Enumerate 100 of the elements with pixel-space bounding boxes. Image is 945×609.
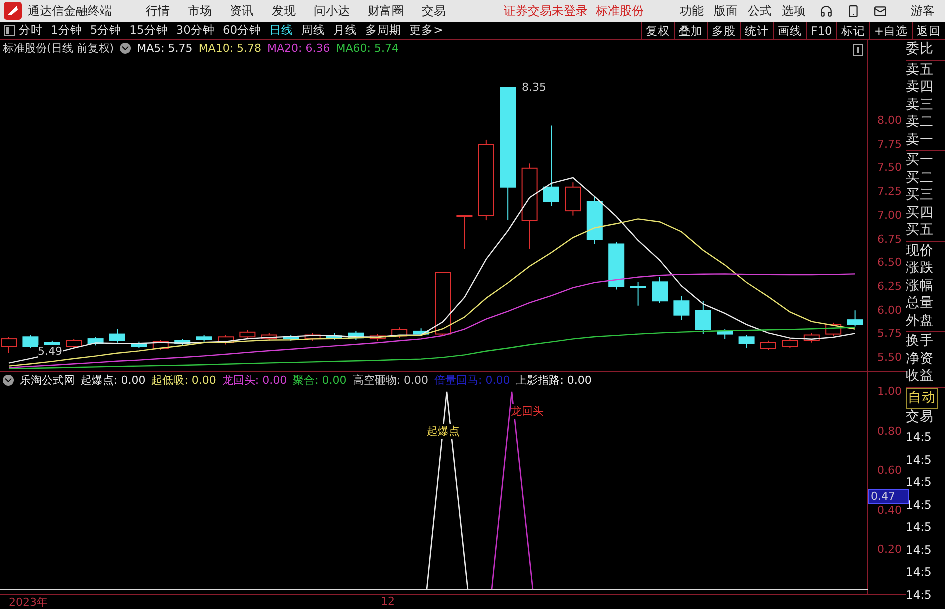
toolbar-button[interactable]: 画线 xyxy=(773,22,806,40)
quote-field-label: 买二 xyxy=(906,170,935,187)
dropdown-icon[interactable] xyxy=(3,375,14,386)
quote-field-label: 外盘 xyxy=(906,312,935,330)
candlestick xyxy=(110,329,126,344)
candlestick xyxy=(847,310,864,328)
candlestick xyxy=(652,276,668,304)
price-axis-label: 5.50 xyxy=(878,351,902,364)
toolbar-button[interactable]: 叠加 xyxy=(674,22,708,40)
menu-item[interactable]: 财富圈 xyxy=(368,2,404,20)
toolbar-button[interactable]: 多股 xyxy=(707,22,740,40)
period-tab[interactable]: 更多> xyxy=(410,23,444,38)
candlestick xyxy=(196,334,212,342)
quote-field-label: 卖五 xyxy=(906,62,935,79)
period-tab[interactable]: 日线 xyxy=(270,23,294,38)
toolbar-button[interactable]: 统计 xyxy=(740,22,774,40)
menu-item[interactable]: 交易 xyxy=(422,2,446,20)
candlestick xyxy=(261,332,278,342)
panel-toggle-icon[interactable] xyxy=(4,25,15,36)
auto-mode-button[interactable]: 自动 xyxy=(906,388,938,408)
candlestick xyxy=(608,242,625,290)
user-label[interactable]: 游客 xyxy=(911,2,935,20)
trade-time: 14:5 xyxy=(906,429,932,446)
chart-title: 标准股份(日线 前复权) xyxy=(3,41,114,56)
moving-average-label: MA10: 5.78 xyxy=(198,42,262,55)
period-tab[interactable]: 月线 xyxy=(334,23,358,38)
toolbar-button[interactable]: +自选 xyxy=(869,22,912,40)
period-tab[interactable]: 5分钟 xyxy=(90,23,122,38)
menu-item[interactable]: 功能 xyxy=(680,2,704,20)
candlestick xyxy=(304,332,321,342)
candlestick xyxy=(738,334,755,350)
indicator-value-label: 上影指路: 0.00 xyxy=(516,373,592,388)
price-axis-label: 6.50 xyxy=(878,256,902,270)
indicator-axis-label: 0.80 xyxy=(878,424,902,438)
toolbar-button[interactable]: 复权 xyxy=(641,22,674,40)
status-text: 标准股份 xyxy=(596,2,644,20)
menu-item[interactable]: 资讯 xyxy=(230,2,254,20)
candlestick xyxy=(695,300,712,335)
period-tab[interactable]: 周线 xyxy=(302,23,326,38)
candlestick xyxy=(435,272,451,336)
period-tab[interactable]: 1分钟 xyxy=(51,23,82,38)
quote-field-label: 卖二 xyxy=(906,114,935,132)
menu-item[interactable]: 问小达 xyxy=(314,2,350,20)
app-title: 通达信金融终端 xyxy=(28,2,112,20)
mail-icon[interactable] xyxy=(874,4,887,18)
menu-item[interactable]: 发现 xyxy=(272,2,296,20)
headset-icon[interactable] xyxy=(820,4,833,18)
candlestick xyxy=(456,215,473,250)
quote-field-label: 总量 xyxy=(906,295,935,312)
price-axis-label: 6.75 xyxy=(878,232,902,246)
toolbar-button[interactable]: F10 xyxy=(806,22,836,40)
toolbar-button[interactable]: 标记 xyxy=(836,22,870,40)
price-axis-label: 8.00 xyxy=(878,114,902,127)
price-axis-label: 6.25 xyxy=(878,280,902,293)
price-axis-label: 7.50 xyxy=(878,161,902,174)
indicator-axis-label: 1.00 xyxy=(878,385,902,398)
quote-field-label: 净资 xyxy=(906,350,935,368)
quote-field-label: 买五 xyxy=(906,222,935,240)
quote-field-label: 买四 xyxy=(906,204,935,222)
indicator-value-label: 龙回头: 0.00 xyxy=(222,373,288,388)
candlestick xyxy=(717,329,734,340)
period-tab[interactable]: 60分钟 xyxy=(222,23,262,38)
window-toggle-icon[interactable] xyxy=(853,44,863,56)
menu-item[interactable]: 行情 xyxy=(146,2,170,20)
quote-field-label: 涨幅 xyxy=(906,278,935,295)
trade-time: 14:5 xyxy=(906,542,932,558)
candlestick xyxy=(131,341,148,350)
quote-field-label: 卖四 xyxy=(906,79,935,96)
quote-field-label: 现价 xyxy=(906,242,935,260)
period-tab[interactable]: 30分钟 xyxy=(176,23,215,38)
trade-time: 14:5 xyxy=(906,452,932,468)
candlestick xyxy=(152,340,169,351)
phone-icon[interactable] xyxy=(847,4,860,18)
moving-average-label: MA20: 6.36 xyxy=(268,42,330,55)
indicator-axis-label: 0.20 xyxy=(878,543,902,556)
quote-field-label: 卖三 xyxy=(906,96,935,114)
menu-item[interactable]: 版面 xyxy=(714,2,738,20)
quote-field-label: 换手 xyxy=(906,333,935,350)
period-tab[interactable]: 多周期 xyxy=(366,23,402,38)
moving-average-label: MA5: 5.75 xyxy=(137,42,193,55)
date-axis-label: 12 xyxy=(381,595,395,608)
candlestick xyxy=(218,334,234,346)
period-tab[interactable]: 分时 xyxy=(19,23,43,38)
menu-item[interactable]: 选项 xyxy=(782,2,806,20)
candlestick xyxy=(174,338,191,346)
candlestick xyxy=(240,330,256,340)
candlestick xyxy=(66,338,82,350)
signal-label: 起爆点 xyxy=(427,424,460,439)
candlestick xyxy=(88,336,104,346)
signal-label: 龙回头 xyxy=(511,404,544,419)
trade-label: 交易 xyxy=(906,408,935,426)
dropdown-icon[interactable] xyxy=(120,43,132,54)
menu-item[interactable]: 市场 xyxy=(188,2,212,20)
indicator-axis-label: 0.40 xyxy=(878,504,902,516)
toolbar-button[interactable]: 返回 xyxy=(912,22,945,40)
candlestick xyxy=(826,322,842,337)
indicator-value-label: 起爆点: 0.00 xyxy=(81,373,146,388)
period-tab[interactable]: 15分钟 xyxy=(130,23,168,38)
quote-field-label: 买一 xyxy=(906,152,935,170)
menu-item[interactable]: 公式 xyxy=(748,2,772,20)
